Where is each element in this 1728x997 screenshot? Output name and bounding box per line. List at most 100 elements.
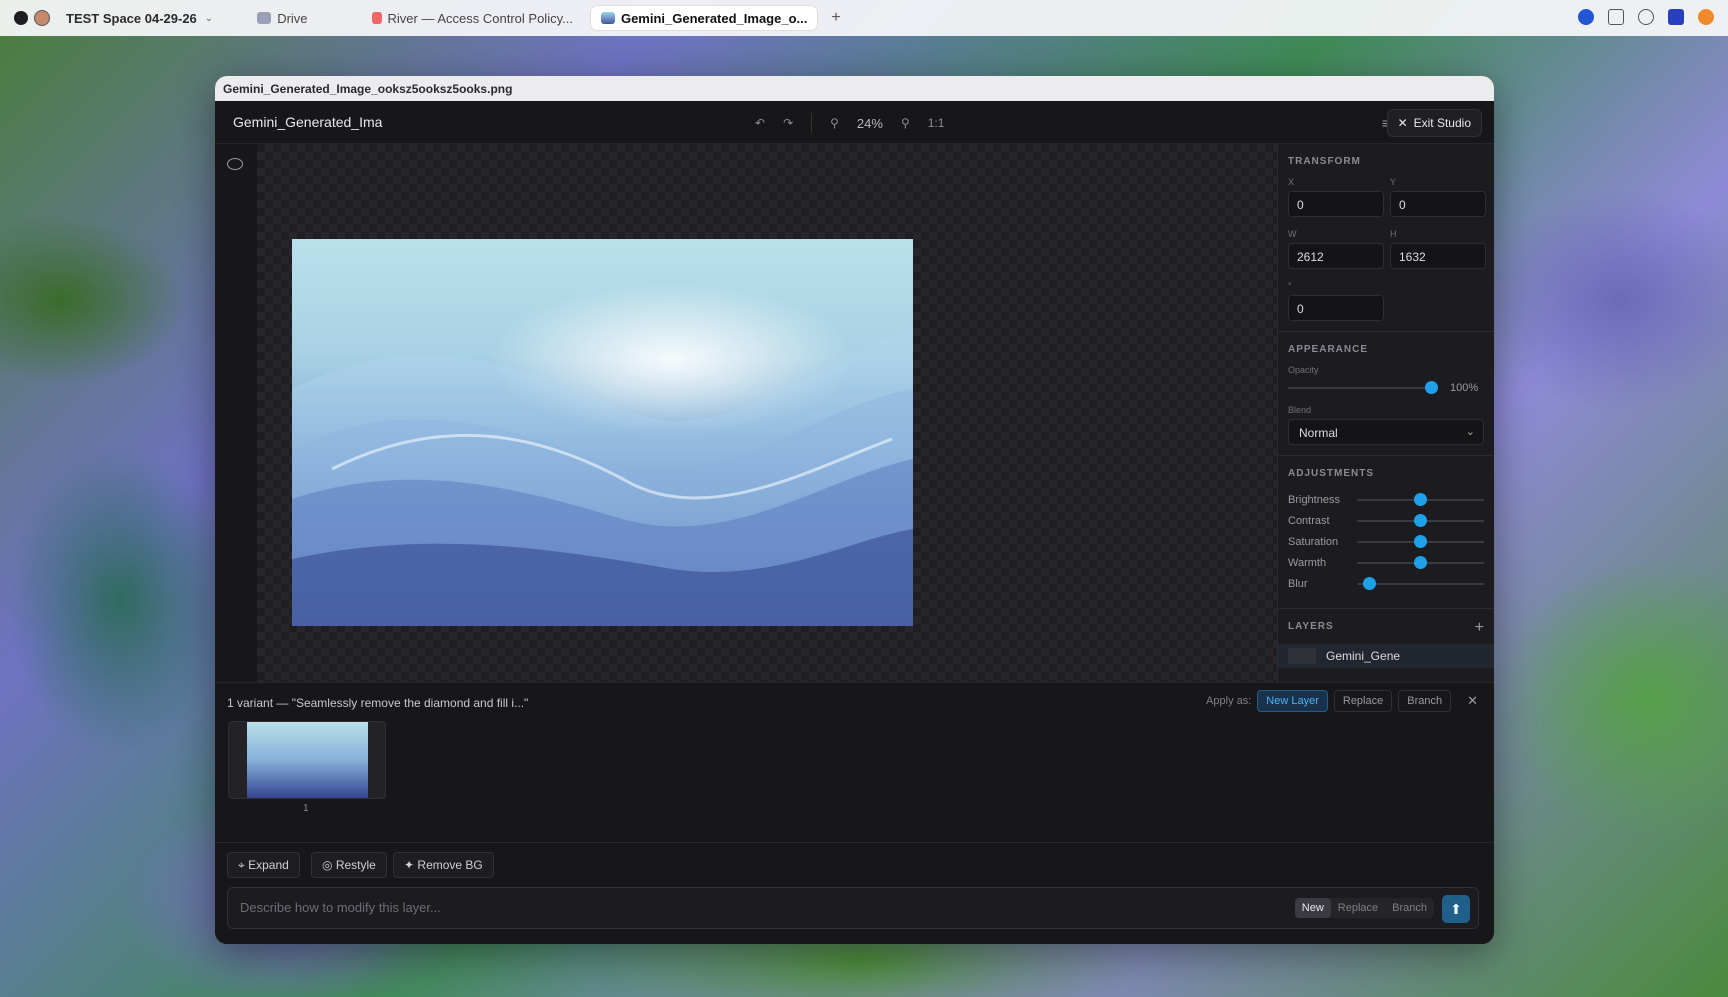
appearance-section: APPEARANCE Opacity 100% Blend Normal ⌄ <box>1278 332 1494 456</box>
zoom-level[interactable]: 24% <box>857 116 883 131</box>
actual-size-button[interactable]: 1:1 <box>928 116 945 130</box>
chevron-down-icon: ⌄ <box>1465 426 1475 438</box>
opacity-label: Opacity <box>1288 365 1319 375</box>
arrow-up-icon: ⬆ <box>1450 901 1462 917</box>
contrast-slider[interactable] <box>1357 513 1484 527</box>
chevron-down-icon[interactable]: ⌄ <box>205 13 213 24</box>
zoom-out-icon[interactable]: ⚲ <box>830 116 839 130</box>
slider-label: Brightness <box>1288 493 1340 506</box>
wave-artwork <box>292 329 913 626</box>
comment-icon[interactable] <box>1638 9 1654 25</box>
tab-gemini-image[interactable]: Gemini_Generated_Image_o... <box>590 6 818 30</box>
x-label: X <box>1288 177 1295 187</box>
layer-image[interactable] <box>292 239 913 626</box>
adjust-row-blur: Blur <box>1288 573 1484 594</box>
add-layer-icon[interactable]: + <box>1475 619 1484 637</box>
zoom-in-icon[interactable]: ⚲ <box>901 116 910 130</box>
opacity-value: 100% <box>1450 382 1479 394</box>
rotation-label: ° <box>1288 281 1292 291</box>
saturation-slider[interactable] <box>1357 534 1484 548</box>
section-title: LAYERS <box>1288 621 1334 632</box>
extension-icon[interactable] <box>1698 9 1714 25</box>
canvas[interactable] <box>257 144 1277 682</box>
layers-icon[interactable] <box>1608 9 1624 25</box>
section-title: TRANSFORM <box>1288 156 1361 167</box>
tab-label: Gemini_Generated_Image_o... <box>620 10 808 26</box>
tool-sidebar <box>215 144 257 682</box>
y-label: Y <box>1390 177 1397 187</box>
chat-icon[interactable] <box>1578 9 1594 25</box>
blend-label: Blend <box>1288 405 1312 415</box>
brightness-slider[interactable] <box>1357 492 1484 506</box>
opacity-slider-thumb[interactable] <box>1425 381 1438 394</box>
width-field[interactable]: 2612 <box>1288 243 1384 269</box>
blur-slider[interactable] <box>1357 576 1484 590</box>
y-field[interactable]: 0 <box>1390 191 1486 217</box>
height-field[interactable]: 1632 <box>1390 243 1486 269</box>
variant-panel: 1 variant — "Seamlessly remove the diamo… <box>215 682 1494 842</box>
blur-slider-thumb[interactable] <box>1362 576 1376 590</box>
app-logo-icon[interactable] <box>14 11 28 25</box>
apply-branch-button[interactable]: Branch <box>1398 690 1452 712</box>
remove-bg-button[interactable]: ✦ Remove BG <box>393 852 494 878</box>
layer-item[interactable]: Gemini_Gene <box>1278 644 1494 668</box>
lasso-icon[interactable] <box>227 158 243 170</box>
mode-toggle: New Replace Branch <box>1294 898 1434 918</box>
restyle-button[interactable]: ◎ Restyle <box>311 852 387 878</box>
space-name[interactable]: TEST Space 04-29-26 <box>66 11 197 26</box>
slider-label: Blur <box>1288 577 1308 590</box>
undo-icon[interactable]: ↶ <box>755 116 765 130</box>
rotation-field[interactable]: 0 <box>1288 295 1384 321</box>
warmth-slider[interactable] <box>1357 555 1484 569</box>
new-tab-icon[interactable]: + <box>831 9 840 27</box>
adjust-row-saturation: Saturation <box>1288 531 1484 552</box>
redo-icon[interactable]: ↷ <box>783 116 793 130</box>
mode-new-button[interactable]: New <box>1294 898 1331 918</box>
opacity-slider[interactable] <box>1288 381 1438 394</box>
mode-replace-button[interactable]: Replace <box>1331 898 1385 918</box>
expand-label: Expand <box>248 858 289 872</box>
warmth-slider-thumb[interactable] <box>1414 555 1428 569</box>
blend-select[interactable]: Normal ⌄ <box>1288 419 1484 445</box>
mode-branch-button[interactable]: Branch <box>1385 898 1434 918</box>
apply-new-layer-button[interactable]: New Layer <box>1257 690 1328 712</box>
variant-number: 1 <box>303 803 309 814</box>
adjust-row-warmth: Warmth <box>1288 552 1484 573</box>
w-label: W <box>1288 229 1297 239</box>
pdf-icon <box>371 12 382 24</box>
avatar[interactable] <box>34 10 50 26</box>
slider-label: Warmth <box>1288 556 1327 569</box>
section-title: ADJUSTMENTS <box>1288 468 1375 479</box>
studio-header: Gemini_Generated_Ima ↶ ↷ ⚲ 24% ⚲ 1:1 ≡ ✕… <box>215 101 1494 144</box>
exit-studio-label: Exit Studio <box>1413 116 1471 130</box>
variant-thumbnail[interactable] <box>228 721 386 799</box>
sparkle-icon[interactable] <box>1668 9 1684 25</box>
tab-label: River — Access Control Policy... <box>387 10 573 26</box>
drive-icon <box>257 12 272 24</box>
properties-panel: TRANSFORM X 0 Y 0 W 2612 H 1632 ° 0 APPE… <box>1277 144 1494 682</box>
adjust-row-brightness: Brightness <box>1288 489 1484 510</box>
contrast-slider-thumb[interactable] <box>1414 513 1428 527</box>
prompt-input[interactable] <box>240 900 1140 915</box>
close-icon[interactable]: ✕ <box>1467 693 1478 709</box>
variant-summary: 1 variant — "Seamlessly remove the diamo… <box>227 696 529 710</box>
slider-label: Saturation <box>1288 535 1339 548</box>
brightness-slider-thumb[interactable] <box>1414 492 1428 506</box>
x-field[interactable]: 0 <box>1288 191 1384 217</box>
apply-replace-button[interactable]: Replace <box>1333 690 1393 712</box>
blend-value: Normal <box>1299 426 1338 440</box>
exit-studio-button[interactable]: ✕ Exit Studio <box>1386 109 1482 137</box>
tab-river-policy[interactable]: River — Access Control Policy... <box>362 6 583 30</box>
apply-as-label: Apply as: <box>1206 695 1252 707</box>
saturation-slider-thumb[interactable] <box>1414 534 1428 548</box>
slider-label: Contrast <box>1288 514 1330 527</box>
studio-title[interactable]: Gemini_Generated_Ima <box>233 114 383 130</box>
magic-wand-icon: ✦ <box>404 858 415 872</box>
close-icon: ✕ <box>1397 116 1408 130</box>
top-tab-bar: TEST Space 04-29-26 ⌄ Drive River — Acce… <box>0 0 1728 36</box>
expand-button[interactable]: ⌖ Expand <box>227 852 300 878</box>
variant-image <box>247 722 368 798</box>
adjust-row-contrast: Contrast <box>1288 510 1484 531</box>
tab-drive[interactable]: Drive <box>247 6 317 30</box>
send-button[interactable]: ⬆ <box>1442 895 1470 923</box>
